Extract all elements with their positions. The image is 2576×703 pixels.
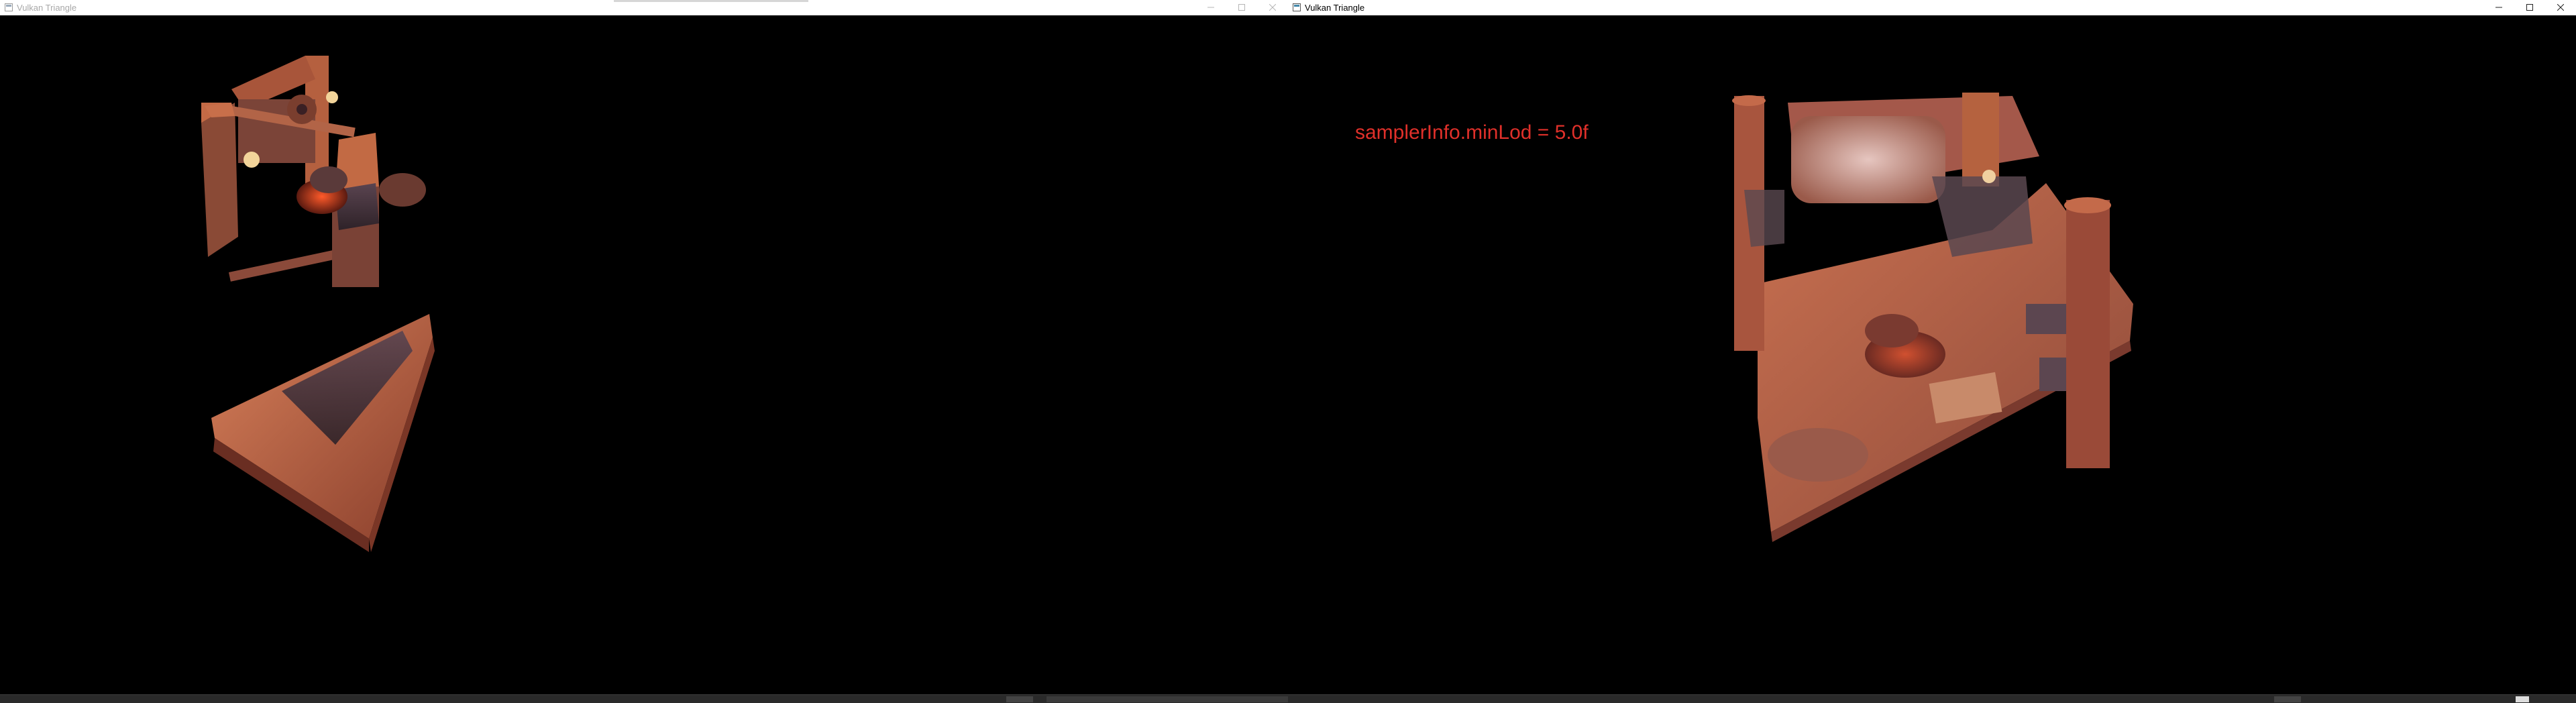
taskbar-item[interactable] xyxy=(2516,696,2529,702)
close-icon[interactable] xyxy=(1257,0,1288,15)
right-3d-scene xyxy=(1732,93,2133,542)
maximize-icon[interactable] xyxy=(1226,0,1257,15)
right-window-title: Vulkan Triangle xyxy=(1305,2,1365,13)
left-window-titlebar[interactable]: Vulkan Triangle xyxy=(0,0,1288,15)
minimize-icon[interactable] xyxy=(1195,0,1226,15)
title-drag-indicator xyxy=(614,0,808,2)
maximize-icon[interactable] xyxy=(2514,0,2545,15)
vulkan-app-icon xyxy=(4,3,13,12)
right-window-titlebar[interactable]: Vulkan Triangle xyxy=(1288,0,2576,15)
taskbar-item[interactable] xyxy=(1046,696,1288,702)
taskbar-strip[interactable] xyxy=(0,694,2576,703)
left-render-viewport[interactable] xyxy=(0,15,1288,694)
left-3d-scene xyxy=(201,56,435,552)
taskbar-item[interactable] xyxy=(1006,696,1033,702)
right-render-viewport[interactable]: samplerInfo.minLod = 5.0f xyxy=(1288,15,2576,694)
taskbar-item[interactable] xyxy=(2274,696,2301,702)
minimize-icon[interactable] xyxy=(2483,0,2514,15)
close-icon[interactable] xyxy=(2545,0,2576,15)
vulkan-app-icon xyxy=(1292,3,1301,12)
left-window-title: Vulkan Triangle xyxy=(17,2,77,13)
desktop: Vulkan Triangle Vulkan Triangle samplerI… xyxy=(0,0,2576,703)
